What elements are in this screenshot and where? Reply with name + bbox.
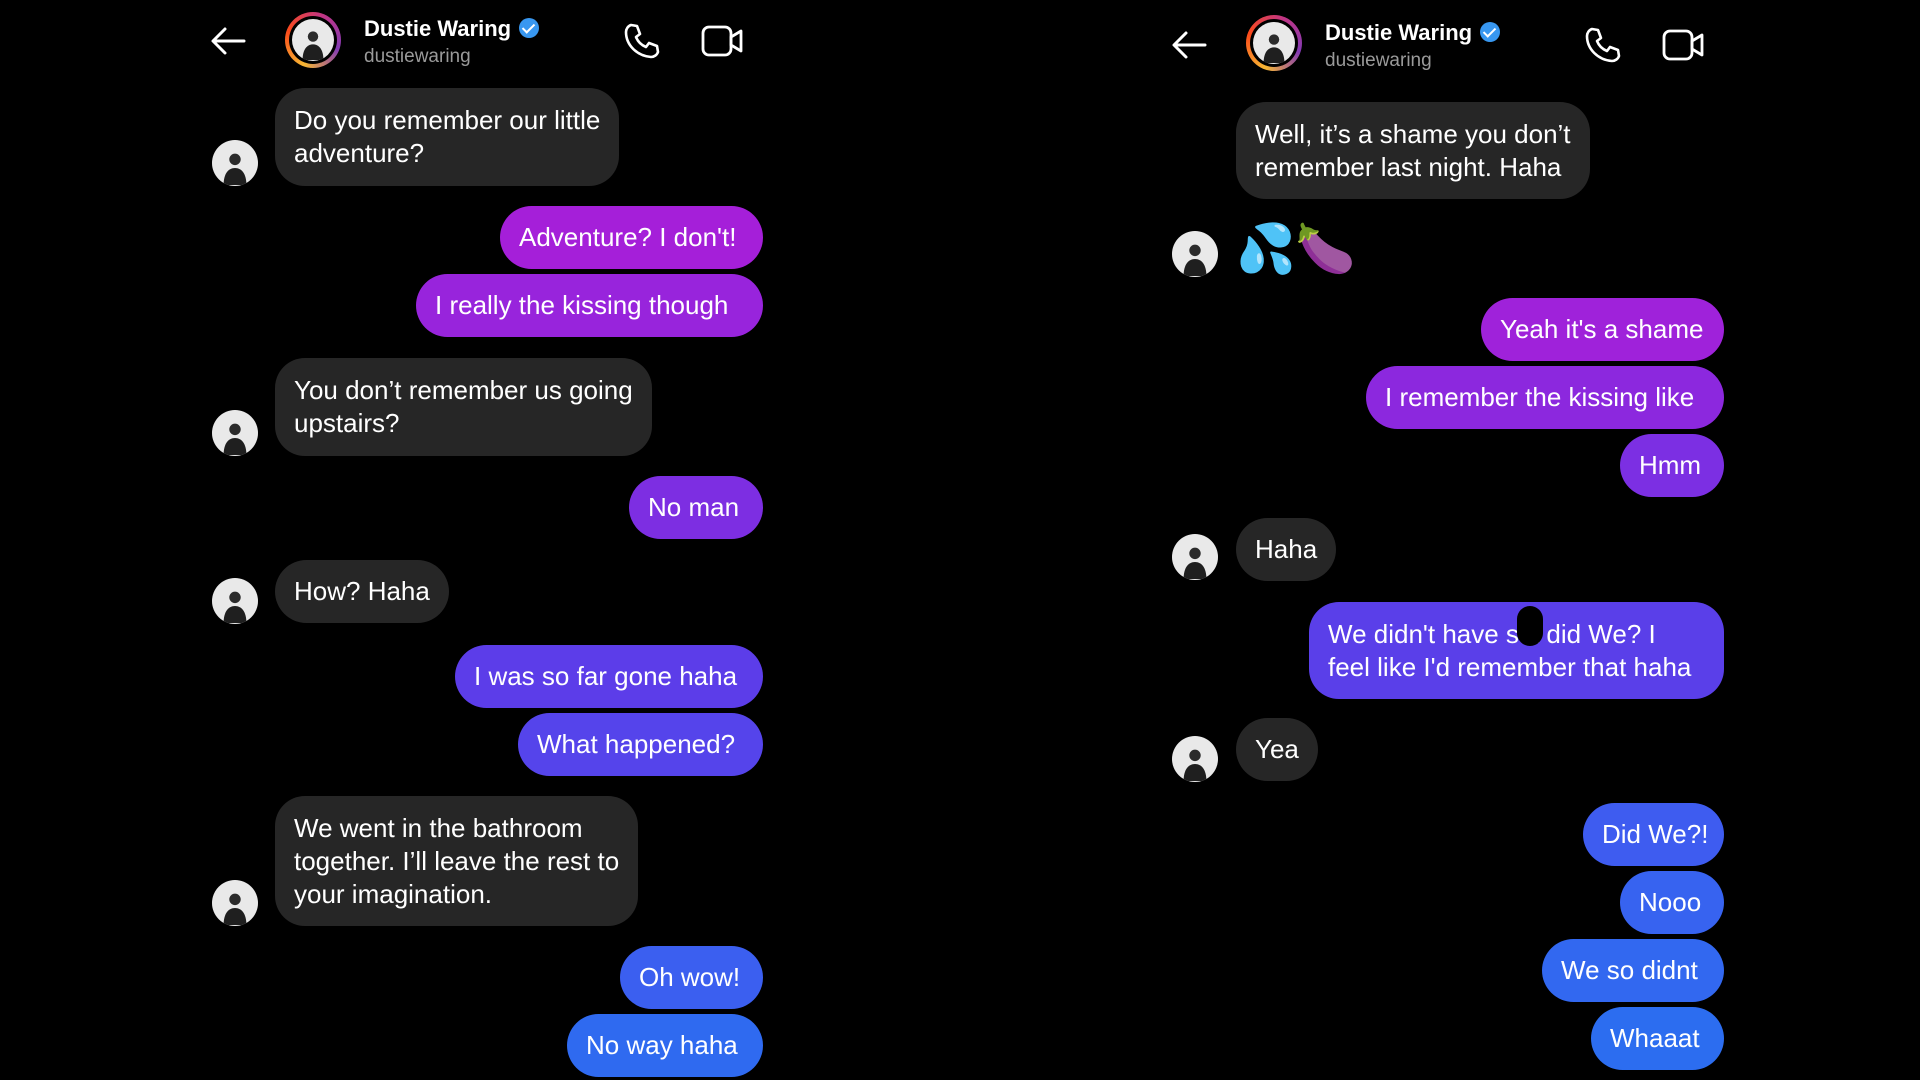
outgoing-message[interactable]: Nooo [1620, 871, 1724, 934]
back-arrow-icon[interactable] [206, 19, 250, 63]
outgoing-message[interactable]: Hmm [1620, 434, 1724, 497]
incoming-message[interactable]: Do you remember our little adventure? [275, 88, 620, 186]
incoming-message[interactable]: Well, it’s a shame you don’t remember las… [1236, 102, 1590, 199]
back-arrow-icon[interactable] [1167, 23, 1211, 67]
emoji-message[interactable]: 💦🍆 [1236, 222, 1356, 278]
incoming-message[interactable]: How? Haha [275, 560, 449, 623]
sender-avatar[interactable] [212, 578, 258, 624]
incoming-message[interactable]: Yea [1236, 718, 1318, 781]
right-conversation-panel: Dustie Waring dustiewaring Well, it’s a … [960, 0, 1724, 1080]
incoming-message[interactable]: We went in the bathroom together. I’ll le… [275, 796, 639, 926]
sender-avatar[interactable] [212, 880, 258, 926]
sender-avatar[interactable] [1172, 231, 1218, 277]
outgoing-message[interactable]: I really the kissing though [416, 274, 763, 337]
contact-username: dustiewaring [1325, 50, 1432, 71]
video-camera-icon[interactable] [700, 20, 746, 67]
contact-name[interactable]: Dustie Waring [1325, 20, 1501, 46]
outgoing-message[interactable]: Adventure? I don't! [500, 206, 763, 269]
sender-avatar[interactable] [1172, 736, 1218, 782]
outgoing-message[interactable]: Did We?! [1583, 803, 1724, 866]
sender-avatar[interactable] [1172, 534, 1218, 580]
contact-name[interactable]: Dustie Waring [364, 16, 540, 42]
outgoing-message[interactable]: Oh wow! [620, 946, 763, 1009]
incoming-message[interactable]: You don’t remember us going upstairs? [275, 358, 652, 456]
sender-avatar[interactable] [212, 140, 258, 186]
outgoing-message[interactable]: I remember the kissing like [1366, 366, 1724, 429]
video-camera-icon[interactable] [1661, 24, 1707, 71]
phone-icon[interactable] [620, 20, 662, 67]
contact-username: dustiewaring [364, 46, 471, 67]
outgoing-message[interactable]: No way haha [567, 1014, 763, 1077]
header-avatar[interactable] [1246, 15, 1302, 71]
outgoing-message[interactable]: I was so far gone haha [455, 645, 763, 708]
verified-badge-icon [1480, 22, 1501, 42]
outgoing-message[interactable]: We so didnt [1542, 939, 1724, 1002]
phone-icon[interactable] [1581, 24, 1623, 71]
header-avatar[interactable] [285, 12, 341, 68]
outgoing-message[interactable]: Whaaat [1591, 1007, 1724, 1070]
verified-badge-icon [519, 18, 540, 38]
sender-avatar[interactable] [212, 410, 258, 456]
outgoing-message[interactable]: Yeah it's a shame [1481, 298, 1724, 361]
incoming-message[interactable]: Haha [1236, 518, 1337, 581]
outgoing-message[interactable]: What happened? [518, 713, 763, 776]
redaction-mark [1517, 606, 1543, 646]
left-conversation-panel: Dustie Waring dustiewaring Do you rememb… [0, 0, 763, 1080]
outgoing-message[interactable]: No man [629, 476, 763, 539]
